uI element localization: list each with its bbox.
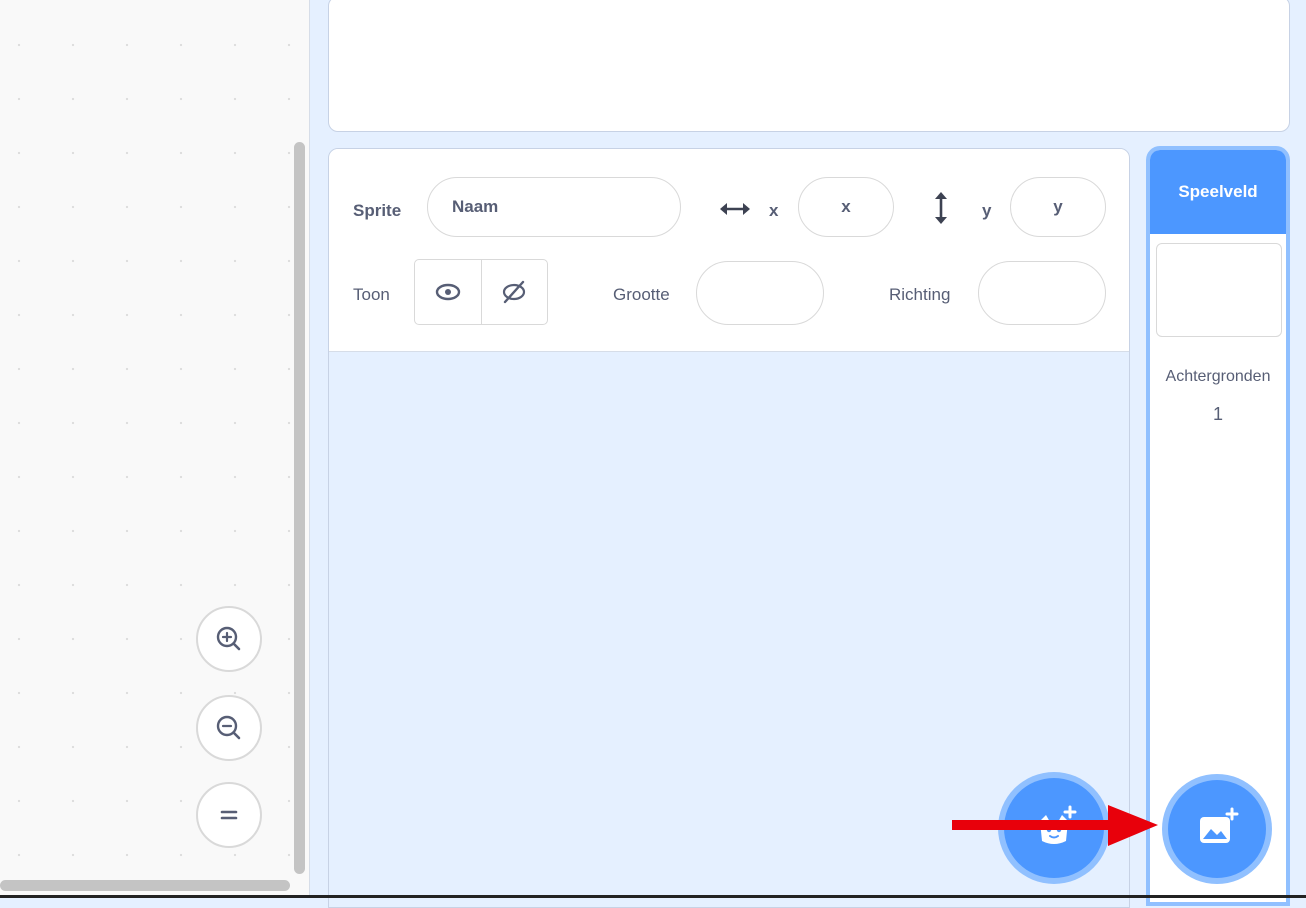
sprite-name-input[interactable]: Naam: [427, 177, 681, 237]
zoom-out-icon: [216, 715, 241, 740]
add-backdrop-button[interactable]: [1168, 780, 1266, 878]
zoom-reset-button[interactable]: [196, 782, 262, 848]
direction-input[interactable]: [978, 261, 1106, 325]
zoom-in-icon: [216, 626, 241, 651]
stage-canvas[interactable]: [328, 0, 1290, 132]
show-sprite-button[interactable]: [415, 260, 481, 324]
add-backdrop-icon: [1200, 807, 1239, 843]
backdrops-count: 1: [1212, 404, 1223, 424]
workspace-vertical-scrollbar[interactable]: [294, 142, 305, 874]
sprite-pane: Sprite Naam x x y y Toon Grootte Richtin…: [328, 148, 1130, 908]
horizontal-arrows-icon: [720, 203, 750, 215]
size-input[interactable]: [696, 261, 824, 325]
annotation-arrow-icon: [952, 805, 1158, 846]
x-position-input[interactable]: x: [798, 177, 894, 237]
x-position-value: x: [841, 197, 851, 216]
y-label: y: [982, 201, 992, 220]
zoom-reset-icon: [220, 810, 238, 820]
y-position-input[interactable]: y: [1010, 177, 1106, 237]
backdrop-thumbnail[interactable]: [1156, 243, 1282, 337]
direction-label: Richting: [889, 285, 951, 304]
y-position-value: y: [1053, 197, 1063, 216]
eye-off-icon: [503, 280, 526, 304]
x-label: x: [769, 201, 779, 220]
zoom-out-button[interactable]: [196, 695, 262, 761]
sprite-label: Sprite: [353, 201, 402, 220]
sprite-info-panel: Sprite Naam x x y y Toon Grootte Richtin…: [329, 149, 1129, 352]
zoom-in-button[interactable]: [196, 606, 262, 672]
stage-target-header: Speelveld: [1150, 150, 1286, 234]
visibility-toggle: [414, 259, 548, 325]
size-label: Grootte: [613, 285, 670, 304]
hide-sprite-button[interactable]: [480, 260, 548, 324]
eye-icon: [435, 283, 460, 301]
sprite-name-value: Naam: [452, 197, 499, 216]
script-workspace[interactable]: [0, 0, 310, 895]
vertical-arrows-icon: [935, 192, 947, 224]
backdrops-label: Achtergronden: [1165, 368, 1271, 385]
stage-label: Speelveld: [1178, 182, 1258, 201]
show-label: Toon: [353, 285, 390, 304]
workspace-horizontal-scrollbar[interactable]: [0, 880, 290, 891]
